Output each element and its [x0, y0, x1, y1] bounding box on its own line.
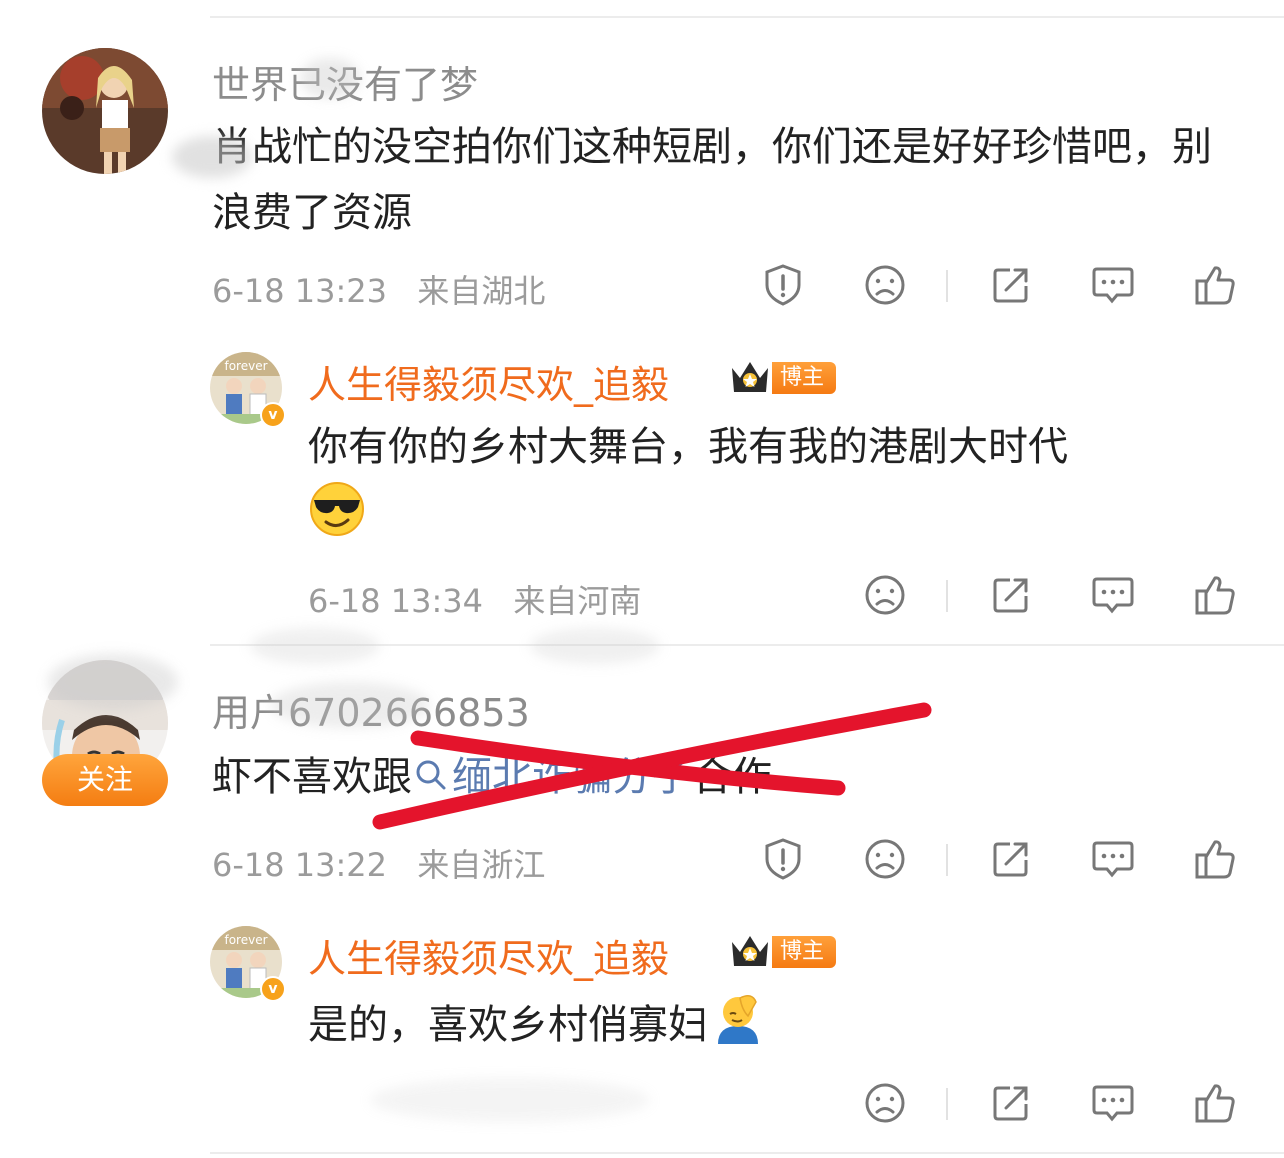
- comment-icon[interactable]: [1090, 1080, 1136, 1126]
- comment-text-before: 虾不喜欢跟: [212, 754, 412, 800]
- reply-text-content: 是的，喜欢乡村俏寡妇: [308, 1002, 708, 1048]
- comment-icon[interactable]: [1090, 836, 1136, 882]
- reply-username[interactable]: 人生得毅须尽欢_追毅: [308, 928, 669, 983]
- action-separator: [946, 580, 948, 612]
- blur-mask: [48, 654, 178, 710]
- crown-icon: [728, 358, 772, 398]
- svg-text:forever: forever: [224, 359, 267, 373]
- dislike-icon[interactable]: [862, 572, 908, 618]
- facepalm-emoji: [712, 990, 764, 1064]
- reply-actions: [0, 1080, 1284, 1130]
- blur-mask: [530, 628, 660, 664]
- reply-text: 你有你的乡村大舞台，我有我的港剧大时代: [308, 414, 1238, 558]
- comment-actions: [0, 262, 1284, 312]
- reply-text: 是的，喜欢乡村俏寡妇: [308, 990, 1238, 1064]
- action-separator: [946, 844, 948, 876]
- report-icon[interactable]: [760, 262, 806, 308]
- avatar[interactable]: [42, 48, 168, 174]
- like-icon[interactable]: [1192, 262, 1238, 308]
- dislike-icon[interactable]: [862, 262, 908, 308]
- report-icon[interactable]: [760, 836, 806, 882]
- comment-text: 虾不喜欢跟 缅北诈骗分子合作: [212, 744, 1232, 812]
- blur-mask: [270, 682, 430, 728]
- reply-actions: [0, 572, 1284, 622]
- comment-text-after: 合作: [692, 754, 772, 800]
- dislike-icon[interactable]: [862, 1080, 908, 1126]
- topic-link[interactable]: 缅北诈骗分子: [412, 754, 692, 800]
- top-divider: [210, 16, 1284, 18]
- svg-text:forever: forever: [224, 933, 267, 947]
- comment-icon[interactable]: [1090, 572, 1136, 618]
- topic-label: 缅北诈骗分子: [452, 754, 692, 800]
- blur-mask: [172, 136, 252, 178]
- author-badge-label: 博主: [772, 362, 837, 394]
- author-badge-label: 博主: [772, 936, 837, 968]
- author-badge: 博主: [728, 932, 837, 972]
- like-icon[interactable]: [1192, 1080, 1238, 1126]
- author-badge: 博主: [728, 358, 837, 398]
- share-icon[interactable]: [988, 1080, 1034, 1126]
- crown-icon: [728, 932, 772, 972]
- sunglasses-emoji: [308, 480, 366, 558]
- like-icon[interactable]: [1192, 836, 1238, 882]
- blur-mask: [300, 58, 360, 98]
- verified-badge: v: [260, 402, 286, 428]
- dislike-icon[interactable]: [862, 836, 908, 882]
- comment-actions: [0, 836, 1284, 886]
- reply-username[interactable]: 人生得毅须尽欢_追毅: [308, 354, 669, 409]
- share-icon[interactable]: [988, 262, 1034, 308]
- action-separator: [946, 1088, 948, 1120]
- bottom-divider: [210, 1152, 1284, 1154]
- search-icon: [414, 746, 448, 812]
- blur-mask: [250, 628, 380, 664]
- share-icon[interactable]: [988, 572, 1034, 618]
- action-separator: [946, 270, 948, 302]
- verified-badge: v: [260, 976, 286, 1002]
- comment-icon[interactable]: [1090, 262, 1136, 308]
- follow-button[interactable]: 关注: [42, 754, 168, 806]
- like-icon[interactable]: [1192, 572, 1238, 618]
- share-icon[interactable]: [988, 836, 1034, 882]
- comment-text: 肖战忙的没空拍你们这种短剧，你们还是好好珍惜吧，别浪费了资源: [212, 124, 1212, 236]
- reply-text-content: 你有你的乡村大舞台，我有我的港剧大时代: [308, 424, 1068, 470]
